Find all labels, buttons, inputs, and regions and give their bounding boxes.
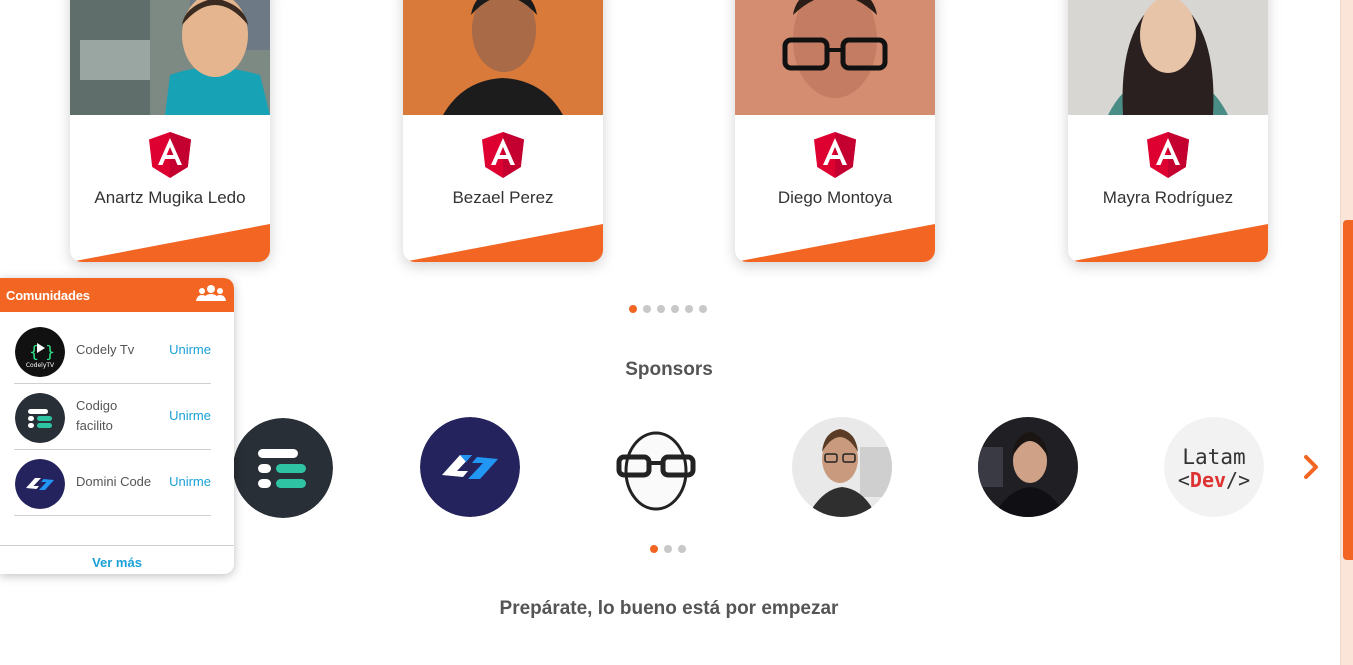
codely-tv-logo: { } CodelyTV <box>15 327 65 377</box>
carousel-dot[interactable] <box>671 305 679 313</box>
communities-title: Comunidades <box>6 287 90 303</box>
carousel-dot[interactable] <box>657 305 665 313</box>
svg-text:CodelyTV: CodelyTV <box>26 362 55 369</box>
card-stripe <box>70 224 270 262</box>
sponsor-person-photo[interactable] <box>978 417 1078 517</box>
community-name: Codely Tv <box>76 342 135 357</box>
angular-icon <box>482 132 524 178</box>
tagline: Prepárate, lo bueno está por empezar <box>499 598 839 619</box>
carousel-dot[interactable] <box>643 305 651 313</box>
carousel-dot[interactable] <box>650 545 658 553</box>
speakers-carousel-dots <box>629 305 707 313</box>
domini-code-logo <box>15 459 65 509</box>
community-name: Domini Code <box>76 474 152 489</box>
sponsor-egghead-glasses-logo[interactable] <box>606 417 706 517</box>
sponsors-carousel-dots <box>650 545 686 553</box>
join-button[interactable]: Unirme <box>169 342 211 357</box>
card-stripe <box>735 224 935 262</box>
angular-icon <box>1147 132 1189 178</box>
speaker-name: Anartz Mugika Ledo <box>94 188 246 207</box>
community-name: Codigo facilito <box>76 398 118 433</box>
sponsor-codigo-facilito-logo[interactable] <box>233 418 333 518</box>
angular-icon <box>149 132 191 178</box>
speaker-photo <box>735 0 935 115</box>
card-stripe <box>1068 224 1268 262</box>
join-button[interactable]: Unirme <box>169 474 211 489</box>
carousel-dot[interactable] <box>678 545 686 553</box>
community-row-domini-code: Domini Code Unirme <box>14 450 211 516</box>
svg-text:}: } <box>45 342 55 361</box>
speaker-card[interactable]: Mayra Rodríguez <box>1068 0 1268 262</box>
svg-text:<Dev/>: <Dev/> <box>1178 468 1250 492</box>
community-row-codigo-facilito: Codigo facilito Unirme <box>14 384 211 450</box>
carousel-dot[interactable] <box>629 305 637 313</box>
card-stripe <box>403 224 603 262</box>
speaker-name: Bezael Perez <box>452 188 554 207</box>
sponsor-person-photo[interactable] <box>792 417 892 517</box>
codigo-facilito-logo <box>15 393 65 443</box>
join-button[interactable]: Unirme <box>169 408 211 423</box>
users-group-icon[interactable] <box>196 284 226 307</box>
speaker-photo <box>403 0 603 115</box>
sponsors-title: Sponsors <box>625 359 713 380</box>
speaker-name: Mayra Rodríguez <box>1102 188 1234 207</box>
community-row-codely-tv: { } CodelyTV Codely Tv Unirme <box>14 318 211 384</box>
see-more-link[interactable]: Ver más <box>0 545 234 570</box>
speaker-card[interactable]: Diego Montoya <box>735 0 935 262</box>
speaker-card[interactable]: Bezael Perez <box>403 0 603 262</box>
angular-icon <box>814 132 856 178</box>
speaker-card[interactable]: Anartz Mugika Ledo <box>70 0 270 262</box>
carousel-dot[interactable] <box>685 305 693 313</box>
scrollbar-thumb[interactable] <box>1343 220 1353 560</box>
speaker-name: Diego Montoya <box>777 188 893 207</box>
communities-header: Comunidades <box>0 278 234 312</box>
carousel-dot[interactable] <box>664 545 672 553</box>
sponsor-latam-dev-logo[interactable]: Latam <Dev/> <box>1164 417 1264 517</box>
speaker-photo <box>70 0 270 115</box>
carousel-dot[interactable] <box>699 305 707 313</box>
page: Anartz Mugika Ledo Bezael Perez Diego Mo… <box>0 0 1353 665</box>
speaker-photo <box>1068 0 1268 115</box>
chevron-right-icon[interactable] <box>1300 454 1324 480</box>
sponsor-domini-code-logo[interactable] <box>420 417 520 517</box>
communities-widget: Comunidades { } CodelyTV Codely Tv Unirm… <box>0 278 234 574</box>
latam-dev-line1: Latam <box>1182 445 1245 469</box>
